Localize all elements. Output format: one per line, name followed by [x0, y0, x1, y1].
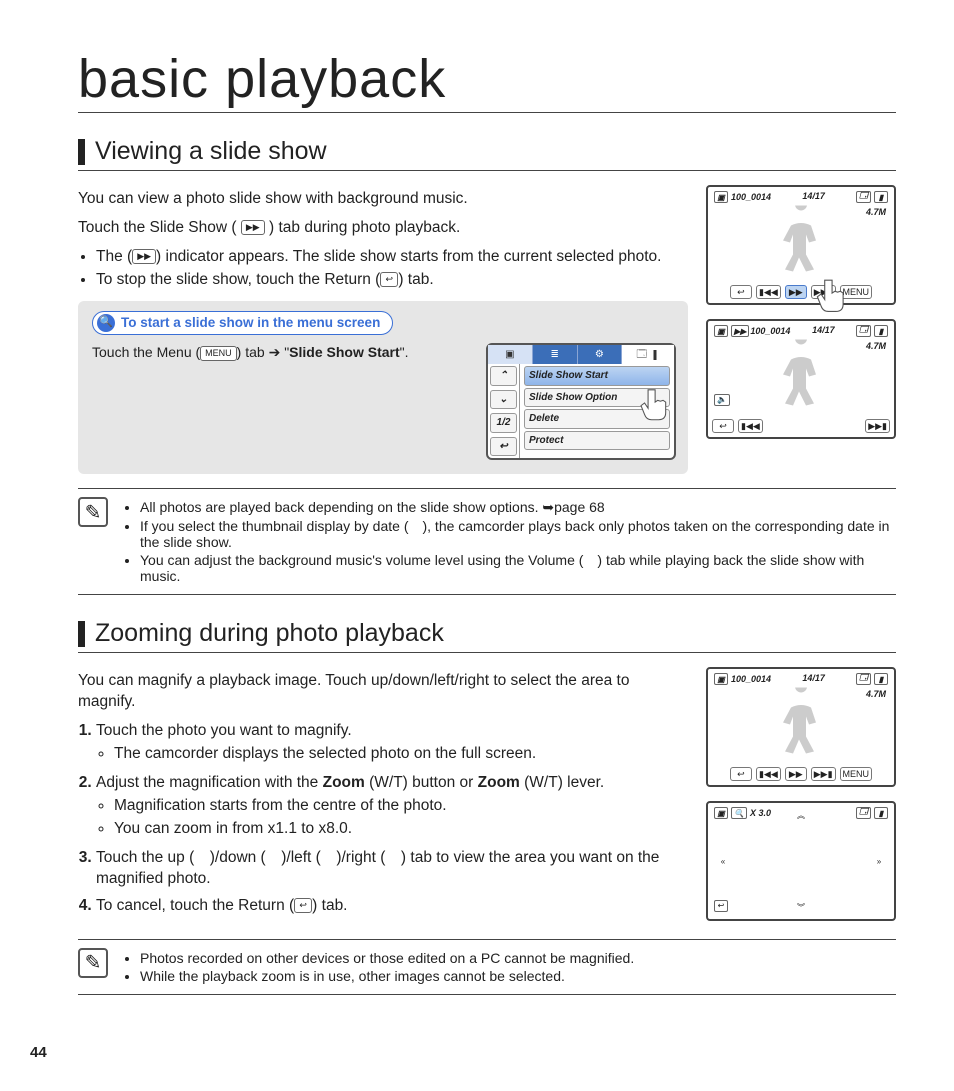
slideshow-indicator-icon: ▶▶ [731, 325, 749, 337]
note-1: Photos recorded on other devices or thos… [140, 950, 634, 966]
tip-box: 🔍 To start a slide show in the menu scre… [78, 301, 688, 475]
return-icon: ↩ [294, 898, 312, 913]
prev-button: ▮◀◀ [756, 767, 781, 781]
photo-figure-icon [771, 339, 831, 414]
pointer-hand-icon [810, 271, 856, 317]
tip-header: 🔍 To start a slide show in the menu scre… [92, 311, 393, 335]
note-icon: ✎ [78, 497, 108, 527]
s2-intro: You can magnify a playback image. Touch … [78, 671, 688, 713]
slideshow-button: ▶▶ [785, 767, 807, 781]
section-1-heading: Viewing a slide show [95, 137, 327, 166]
camera-screen-1: ▣100_0014 14/17 🗔▮ 4.7M ↩ ▮◀◀ ▶▶ ▶▶▮ MEN… [706, 185, 896, 305]
card-icon: 🗔 [856, 325, 871, 337]
return-button: ↩ [730, 767, 752, 781]
mode-icon: ▣ [714, 325, 728, 337]
note-3: You can adjust the background music's vo… [140, 552, 896, 584]
magnifier-icon: 🔍 [97, 314, 115, 332]
next-button: ▶▶▮ [865, 419, 890, 433]
prev-button: ▮◀◀ [756, 285, 781, 299]
counter-label: 14/17 [812, 325, 835, 337]
menu-item-protect: Protect [524, 431, 670, 451]
return-button: ↩ [730, 285, 752, 299]
s1-bullet-2: To stop the slide show, touch the Return… [96, 270, 688, 291]
pan-left-button: « [716, 855, 730, 867]
s1-line2: Touch the Slide Show ( ▶▶ ) tab during p… [78, 218, 688, 239]
note-2: If you select the thumbnail display by d… [140, 518, 896, 550]
mode-icon: ▣ [714, 191, 728, 203]
zoom-level: X 3.0 [750, 808, 771, 818]
step-4: To cancel, touch the Return (↩) tab. [96, 896, 688, 917]
menu-button: MENU [840, 767, 873, 781]
photo-figure-icon [771, 688, 831, 763]
camera-screen-3: ▣100_0014 14/17 🗔▮ 4.7M ↩ ▮◀◀ ▶▶ ▶▶▮ MEN… [706, 667, 896, 787]
note-icon: ✎ [78, 948, 108, 978]
photo-figure-icon [771, 205, 831, 280]
section-1-header: Viewing a slide show [78, 137, 896, 171]
section2-notes: ✎ Photos recorded on other devices or th… [78, 939, 896, 995]
pan-right-button: » [872, 855, 886, 867]
battery-indicator-icon: ▮ [874, 325, 888, 337]
return-button: ↩ [714, 900, 728, 912]
menu-tab-photo-icon: ▣ [488, 345, 533, 365]
menu-icon: MENU [200, 346, 237, 361]
slideshow-icon: ▶▶ [241, 220, 265, 235]
zoom-icon: 🔍 [731, 807, 747, 819]
card-icon: 🗔 [856, 191, 871, 203]
volume-button: 🔈 [714, 394, 730, 406]
section-bar [78, 621, 85, 647]
tip-text: Touch the Menu (MENU) tab ➔ "Slide Show … [92, 343, 470, 362]
next-button: ▶▶▮ [811, 767, 836, 781]
battery-icon: 🗔 ▮ [622, 345, 674, 365]
mode-icon: ▣ [714, 807, 728, 819]
pan-down-button: ︾ [794, 901, 808, 913]
page-title: basic playback [78, 48, 896, 113]
prev-button: ▮◀◀ [738, 419, 763, 433]
note-1: All photos are played back depending on … [140, 499, 896, 516]
camera-screen-4-zoom: ▣🔍X 3.0 🗔▮ ︽ « » ︾ ↩ [706, 801, 896, 921]
folder-label: 100_0014 [731, 674, 771, 684]
section-bar [78, 139, 85, 165]
menu-down-button: ⌄ [490, 390, 517, 410]
menu-return-button: ↩ [490, 437, 517, 457]
pan-up-button: ︽ [794, 809, 808, 821]
s1-intro: You can view a photo slide show with bac… [78, 189, 688, 210]
card-icon: 🗔 [856, 807, 871, 819]
s1-bullet-1: The (▶▶) indicator appears. The slide sh… [96, 247, 688, 268]
step-1: Touch the photo you want to magnify. The… [96, 721, 688, 765]
page-number: 44 [30, 1044, 47, 1061]
slideshow-button: ▶▶ [785, 285, 807, 299]
battery-indicator-icon: ▮ [874, 191, 888, 203]
menu-page-indicator: 1/2 [490, 413, 517, 433]
folder-label: 100_0014 [750, 326, 790, 336]
pointer-hand-icon [634, 381, 678, 425]
section-2-header: Zooming during photo playback [78, 619, 896, 653]
step-3: Touch the up ( )/down ( )/left ( )/right… [96, 848, 688, 890]
menu-tab-list-icon: ≣ [533, 345, 578, 365]
battery-indicator-icon: ▮ [874, 807, 888, 819]
note-2: While the playback zoom is in use, other… [140, 968, 634, 984]
step-2: Adjust the magnification with the Zoom (… [96, 773, 688, 840]
section-2-heading: Zooming during photo playback [95, 619, 444, 648]
menu-tab-gear-icon: ⚙ [578, 345, 623, 365]
menu-screen-preview: ▣ ≣ ⚙ 🗔 ▮ ⌃ ⌄ 1/2 ↩ Slide Show S [486, 343, 676, 461]
indicator-icon: ▶▶ [132, 249, 156, 264]
folder-label: 100_0014 [731, 192, 771, 202]
return-button: ↩ [712, 419, 734, 433]
camera-screen-2: ▣▶▶100_0014 14/17 🗔▮ 4.7M 🔈 ↩ ▮◀◀ ▶▶▮ [706, 319, 896, 439]
card-icon: 🗔 [856, 673, 871, 685]
counter-label: 14/17 [802, 673, 825, 685]
menu-up-button: ⌃ [490, 366, 517, 386]
section1-notes: ✎ All photos are played back depending o… [78, 488, 896, 595]
return-icon: ↩ [380, 272, 398, 287]
battery-indicator-icon: ▮ [874, 673, 888, 685]
counter-label: 14/17 [802, 191, 825, 203]
mode-icon: ▣ [714, 673, 728, 685]
